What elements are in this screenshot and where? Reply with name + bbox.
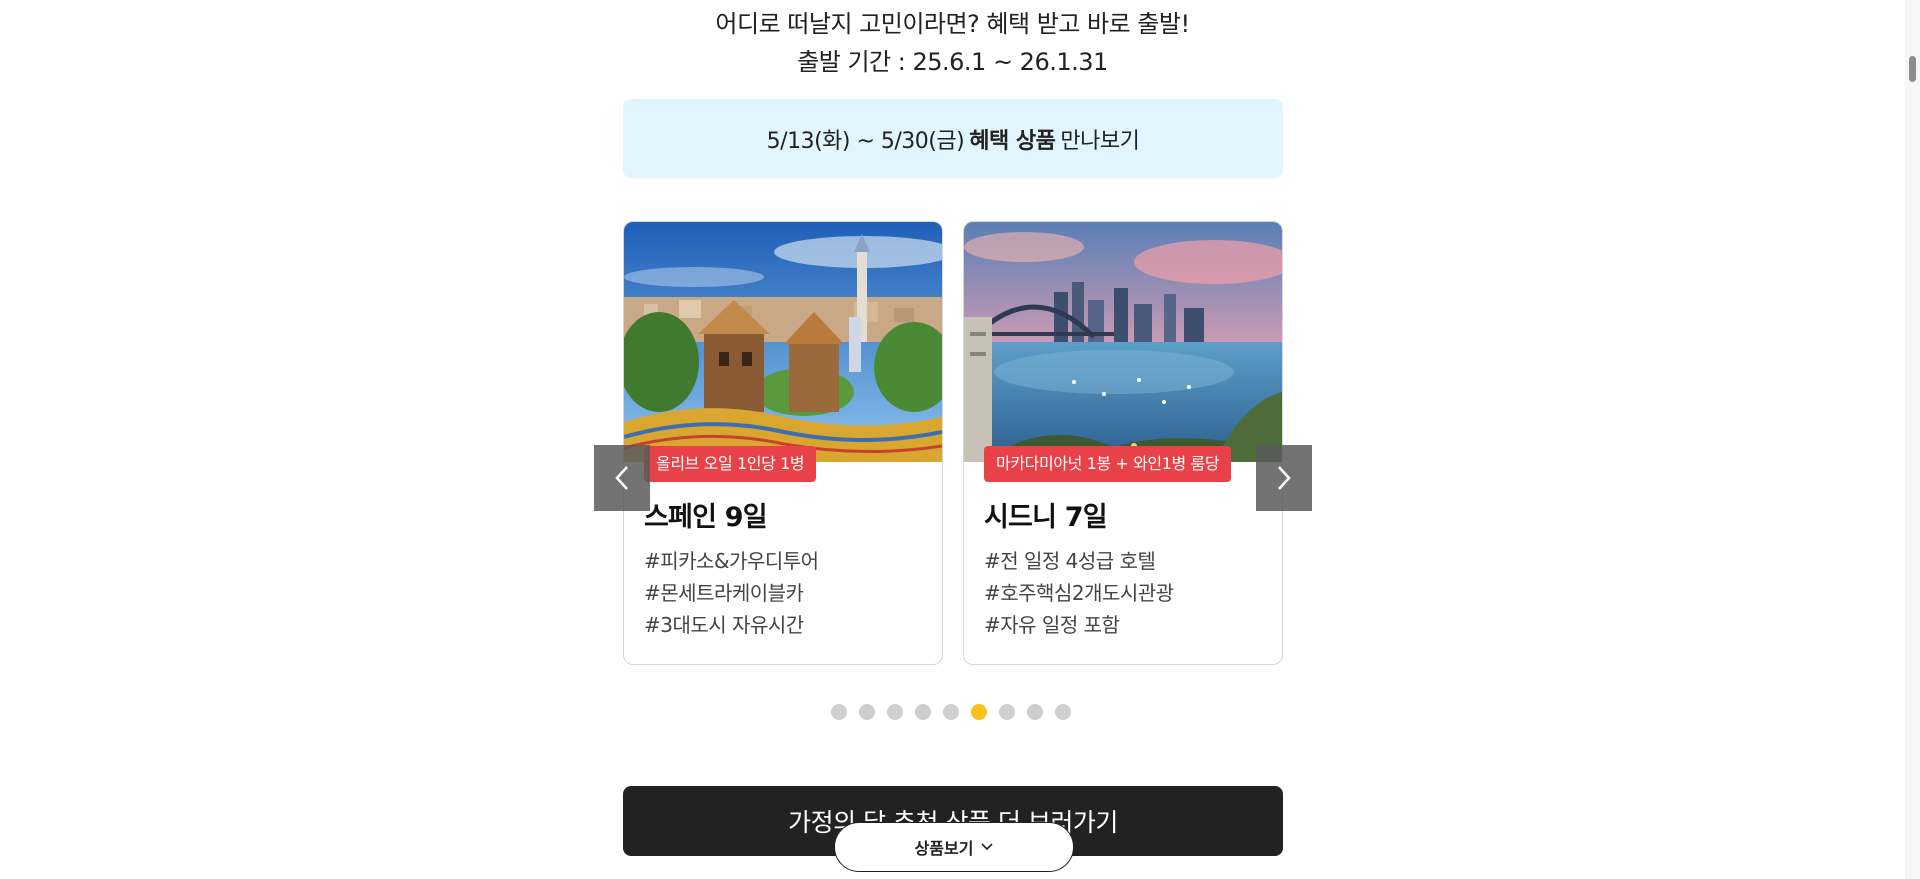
view-products-label: 상품보기 bbox=[914, 839, 974, 858]
pagination-dot[interactable] bbox=[859, 704, 875, 720]
tag-item: #자유 일정 포함 bbox=[984, 613, 1120, 637]
pagination-dot[interactable] bbox=[971, 704, 987, 720]
tag-list: #전 일정 4성급 호텔 #호주핵심2개도시관광 #자유 일정 포함 bbox=[984, 545, 1174, 641]
pagination-dot[interactable] bbox=[887, 704, 903, 720]
product-card-spain[interactable]: 올리브 오일 1인당 1병 스페인 9일 #피카소&가우디투어 #몬세트라케이블… bbox=[623, 221, 943, 665]
product-card-sydney[interactable]: 마카다미아넛 1봉 + 와인1병 룸당 시드니 7일 #전 일정 4성급 호텔 … bbox=[963, 221, 1283, 665]
tag-item: #호주핵심2개도시관광 bbox=[984, 581, 1174, 605]
pagination-dot[interactable] bbox=[1027, 704, 1043, 720]
card-title: 스페인 9일 bbox=[644, 502, 768, 533]
tag-item: #3대도시 자유시간 bbox=[644, 613, 804, 637]
promo-banner-bold: 혜택 상품 bbox=[969, 128, 1056, 154]
tag-item: #피카소&가우디투어 bbox=[644, 549, 819, 573]
card-title: 시드니 7일 bbox=[984, 502, 1108, 533]
carousel-prev-button[interactable] bbox=[594, 445, 650, 511]
chevron-left-icon bbox=[615, 466, 628, 490]
pagination-dot[interactable] bbox=[831, 704, 847, 720]
carousel-pagination bbox=[831, 704, 1071, 720]
page: 어디로 떠날지 고민이라면? 혜택 받고 바로 출발! 출발 기간 : 25.6… bbox=[0, 0, 1920, 879]
view-products-float-button[interactable]: 상품보기 bbox=[834, 822, 1074, 872]
benefit-badge: 마카다미아넛 1봉 + 와인1병 룸당 bbox=[984, 446, 1232, 482]
departure-period: 출발 기간 : 25.6.1 ~ 26.1.31 bbox=[797, 48, 1108, 76]
promo-banner-tail: 만나보기 bbox=[1060, 128, 1140, 154]
intro-headline: 어디로 떠날지 고민이라면? 혜택 받고 바로 출발! bbox=[715, 10, 1190, 38]
scrollbar-thumb[interactable] bbox=[1909, 56, 1916, 82]
benefit-badge: 올리브 오일 1인당 1병 bbox=[644, 446, 817, 482]
tag-list: #피카소&가우디투어 #몬세트라케이블카 #3대도시 자유시간 bbox=[644, 545, 819, 641]
pagination-dot[interactable] bbox=[999, 704, 1015, 720]
page-scrollbar[interactable] bbox=[1905, 0, 1920, 879]
chevron-right-icon bbox=[1278, 466, 1291, 490]
pagination-dot[interactable] bbox=[915, 704, 931, 720]
promo-banner-date: 5/13(화) ~ 5/30(금) bbox=[766, 128, 965, 154]
pagination-dot[interactable] bbox=[1055, 704, 1071, 720]
spain-park-guell-photo bbox=[624, 222, 942, 462]
chevron-down-icon bbox=[981, 843, 994, 851]
promo-banner-link[interactable]: 5/13(화) ~ 5/30(금) 혜택 상품 만나보기 bbox=[623, 99, 1283, 178]
sydney-harbour-photo bbox=[964, 222, 1282, 462]
carousel-next-button[interactable] bbox=[1256, 445, 1312, 511]
tag-item: #전 일정 4성급 호텔 bbox=[984, 549, 1156, 573]
tag-item: #몬세트라케이블카 bbox=[644, 581, 804, 605]
pagination-dot[interactable] bbox=[943, 704, 959, 720]
